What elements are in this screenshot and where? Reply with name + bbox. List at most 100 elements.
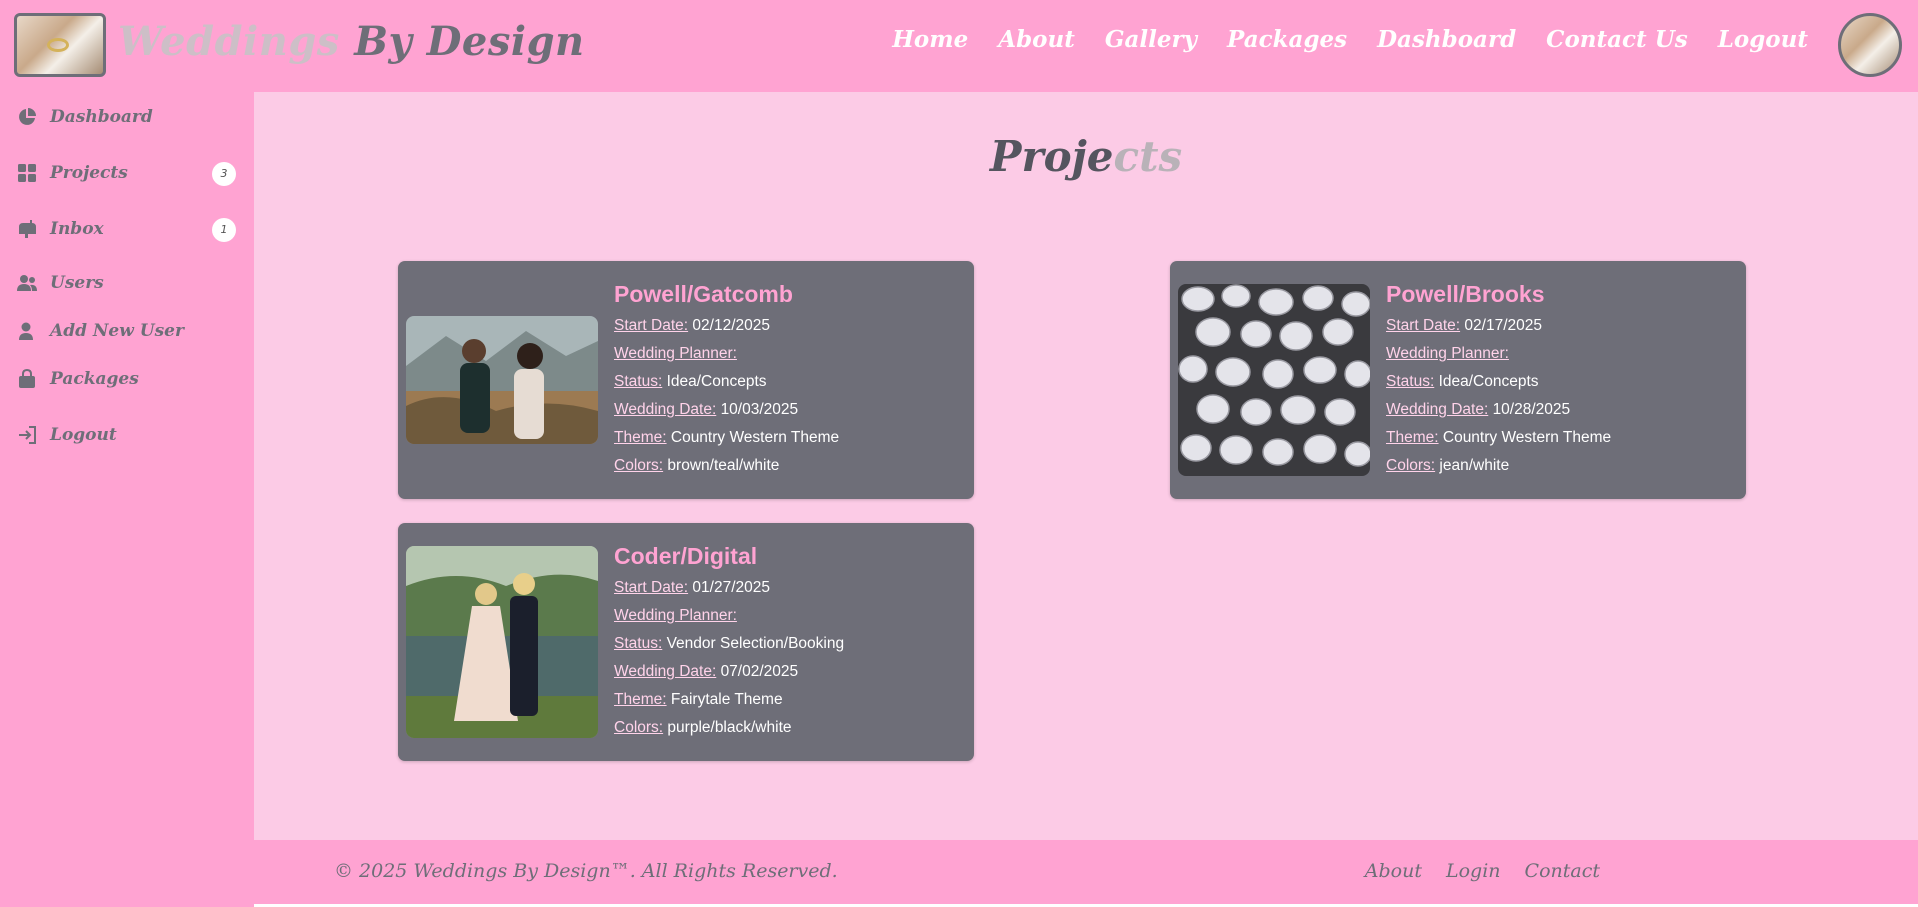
- wedding-date-label: Wedding Date:: [614, 401, 717, 418]
- sidebar-item-projects[interactable]: Projects 3: [16, 158, 236, 188]
- wedding-planner-label: Wedding Planner:: [614, 607, 737, 624]
- colors-label: Colors:: [1386, 457, 1436, 474]
- top-header: Weddings By Design Home About Gallery Pa…: [0, 0, 1918, 92]
- sidebar-item-label: Dashboard: [50, 107, 153, 127]
- wedding-date-label: Wedding Date:: [1386, 401, 1489, 418]
- wedding-date-row: Wedding Date: 10/03/2025: [614, 396, 839, 424]
- mailbox-icon: [16, 218, 38, 240]
- colors-value: brown/teal/white: [667, 457, 780, 474]
- sidebar-item-label: Projects: [50, 163, 128, 183]
- wedding-date-value: 10/28/2025: [1492, 401, 1571, 418]
- brand-title-part1: Weddings: [118, 18, 340, 65]
- sidebar-item-label: Add New User: [50, 321, 184, 341]
- sidebar-item-label: Users: [50, 273, 104, 293]
- page-title: Projects: [254, 132, 1918, 181]
- project-card[interactable]: Powell/Brooks Start Date: 02/17/2025 Wed…: [1170, 261, 1746, 499]
- start-date-value: 02/17/2025: [1464, 317, 1542, 334]
- wedding-planner-row: Wedding Planner:: [1386, 340, 1611, 368]
- pie-chart-icon: [16, 106, 38, 128]
- status-row: Status: Idea/Concepts: [1386, 368, 1611, 396]
- inbox-count-badge: 1: [212, 218, 236, 242]
- theme-label: Theme:: [1386, 429, 1439, 446]
- sidebar-item-inbox[interactable]: Inbox 1: [16, 214, 236, 244]
- diamonds-photo: [1178, 284, 1370, 476]
- nav-gallery[interactable]: Gallery: [1105, 26, 1197, 53]
- wedding-planner-row: Wedding Planner:: [614, 340, 839, 368]
- start-date-label: Start Date:: [614, 579, 689, 596]
- theme-row: Theme: Fairytale Theme: [614, 686, 844, 714]
- sidebar-item-dashboard[interactable]: Dashboard: [16, 102, 236, 132]
- page-title-part1: Proje: [989, 132, 1114, 181]
- theme-row: Theme: Country Western Theme: [1386, 424, 1611, 452]
- status-label: Status:: [614, 635, 663, 652]
- footer-link-contact[interactable]: Contact: [1525, 860, 1600, 882]
- start-date-value: 01/27/2025: [692, 579, 770, 596]
- wedding-planner-label: Wedding Planner:: [1386, 345, 1509, 362]
- colors-row: Colors: jean/white: [1386, 452, 1611, 480]
- wedding-date-value: 07/02/2025: [720, 663, 799, 680]
- project-name[interactable]: Powell/Brooks: [1386, 281, 1611, 308]
- status-label: Status:: [614, 373, 663, 390]
- theme-label: Theme:: [614, 429, 667, 446]
- wedding-planner-row: Wedding Planner:: [614, 602, 844, 630]
- theme-label: Theme:: [614, 691, 667, 708]
- colors-row: Colors: brown/teal/white: [614, 452, 839, 480]
- footer-link-about[interactable]: About: [1365, 860, 1422, 882]
- status-value: Idea/Concepts: [666, 373, 767, 390]
- theme-value: Country Western Theme: [1442, 429, 1612, 446]
- project-card[interactable]: Coder/Digital Start Date: 01/27/2025 Wed…: [398, 523, 974, 761]
- status-value: Idea/Concepts: [1438, 373, 1539, 390]
- logout-icon: [16, 424, 38, 446]
- theme-value: Country Western Theme: [670, 429, 840, 446]
- status-value: Vendor Selection/Booking: [666, 635, 845, 652]
- wedding-planner-label: Wedding Planner:: [614, 345, 737, 362]
- theme-value: Fairytale Theme: [670, 691, 783, 708]
- nav-contact-us[interactable]: Contact Us: [1546, 26, 1688, 53]
- nav-dashboard[interactable]: Dashboard: [1377, 26, 1516, 53]
- avatar[interactable]: [1838, 13, 1902, 77]
- sidebar: Dashboard Projects 3 Inbox 1 Users Add N…: [0, 92, 254, 907]
- page-title-part2: cts: [1113, 132, 1183, 181]
- project-name[interactable]: Coder/Digital: [614, 543, 844, 570]
- sidebar-item-logout[interactable]: Logout: [16, 420, 236, 450]
- couple-lake-photo: [406, 546, 598, 738]
- nav-logout[interactable]: Logout: [1718, 26, 1808, 53]
- brand-title-part2: By Design: [339, 18, 585, 65]
- nav-about[interactable]: About: [998, 26, 1075, 53]
- footer: © 2025 Weddings By Design™. All Rights R…: [254, 840, 1918, 904]
- start-date-row: Start Date: 02/12/2025: [614, 312, 839, 340]
- project-name[interactable]: Powell/Gatcomb: [614, 281, 839, 308]
- colors-row: Colors: purple/black/white: [614, 714, 844, 742]
- wedding-date-row: Wedding Date: 07/02/2025: [614, 658, 844, 686]
- start-date-label: Start Date:: [1386, 317, 1461, 334]
- main-content: Projects Powell/Gatcomb Start Date: 02/1…: [254, 92, 1918, 840]
- start-date-row: Start Date: 02/17/2025: [1386, 312, 1611, 340]
- brand-title[interactable]: Weddings By Design: [118, 18, 585, 65]
- status-row: Status: Vendor Selection/Booking: [614, 630, 844, 658]
- colors-value: purple/black/white: [667, 719, 792, 736]
- status-label: Status:: [1386, 373, 1435, 390]
- users-icon: [16, 272, 38, 294]
- nav-home[interactable]: Home: [892, 26, 968, 53]
- colors-value: jean/white: [1439, 457, 1510, 474]
- sidebar-item-packages[interactable]: Packages: [16, 364, 236, 394]
- projects-count-badge: 3: [212, 162, 236, 186]
- start-date-value: 02/12/2025: [692, 317, 770, 334]
- wedding-date-label: Wedding Date:: [614, 663, 717, 680]
- user-icon: [16, 320, 38, 342]
- sidebar-item-add-new-user[interactable]: Add New User: [16, 316, 236, 346]
- nav-packages[interactable]: Packages: [1227, 26, 1347, 53]
- project-card[interactable]: Powell/Gatcomb Start Date: 02/12/2025 We…: [398, 261, 974, 499]
- sidebar-item-label: Inbox: [50, 219, 104, 239]
- couple-mountains-photo: [406, 316, 598, 444]
- status-row: Status: Idea/Concepts: [614, 368, 839, 396]
- sidebar-item-users[interactable]: Users: [16, 268, 236, 298]
- main-nav: Home About Gallery Packages Dashboard Co…: [892, 26, 1808, 53]
- bag-icon: [16, 368, 38, 390]
- colors-label: Colors:: [614, 719, 664, 736]
- start-date-row: Start Date: 01/27/2025: [614, 574, 844, 602]
- sidebar-item-label: Logout: [50, 425, 117, 445]
- logo-image[interactable]: [14, 13, 106, 77]
- footer-link-login[interactable]: Login: [1446, 860, 1501, 882]
- copyright-text: © 2025 Weddings By Design™. All Rights R…: [334, 860, 838, 882]
